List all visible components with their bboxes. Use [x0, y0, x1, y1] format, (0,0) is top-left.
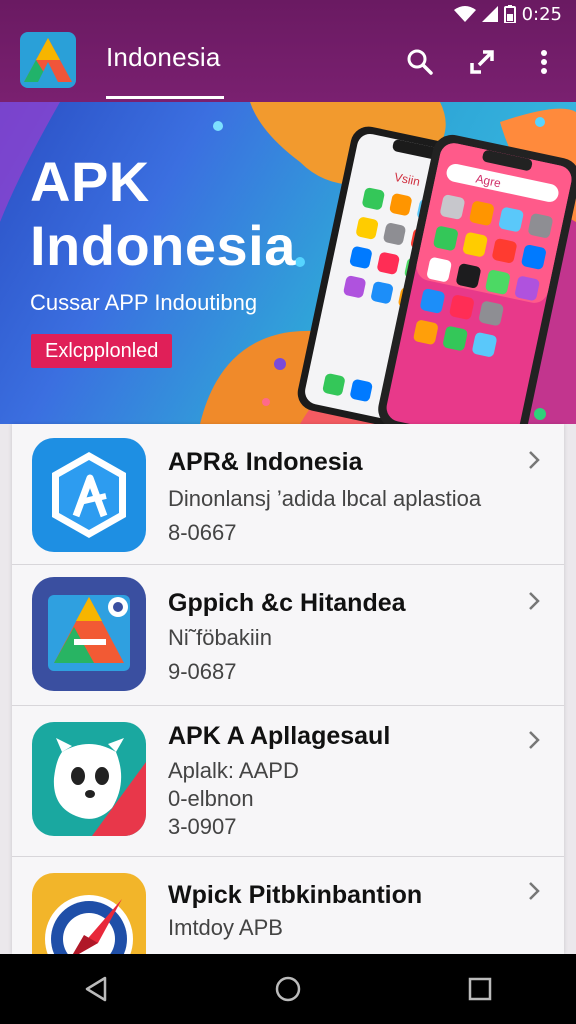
app-name: Gppich &c Hitandea	[168, 589, 406, 617]
app-description: Ni˜föbakiin	[168, 625, 272, 650]
app-description: Dinonlansj ’adida lbcal aplastioa	[168, 486, 482, 511]
share-icon	[470, 50, 494, 74]
compass-icon	[32, 873, 146, 954]
banner-title: APK Indonesia	[30, 150, 296, 278]
app-description: Imtdoy APB	[168, 915, 283, 940]
a-hexagon-icon	[32, 438, 146, 552]
banner-title-line2: Indonesia	[30, 214, 296, 277]
app-name: APK A Apllagesaul	[168, 722, 391, 750]
signal-icon	[481, 6, 498, 22]
status-time: 0:25	[521, 3, 562, 25]
app-bar: 0:25 Indonesia	[0, 0, 576, 102]
app-version: 9-0687	[168, 659, 237, 684]
list-item[interactable]: APK A Apllagesaul Aplalk: AAPD 0-elbnon …	[12, 706, 564, 857]
more-vert-icon	[541, 50, 547, 74]
list-item[interactable]: Wpick Pitbkinbantion Imtdoy APB	[12, 857, 564, 954]
search-button[interactable]	[402, 44, 438, 80]
share-button[interactable]	[464, 44, 500, 80]
app-name: Wpick Pitbkinbantion	[168, 881, 423, 909]
home-icon	[275, 976, 301, 1002]
app-version: 8-0667	[168, 520, 237, 545]
banner-subtitle: Cussar APP Indoutibng	[30, 290, 258, 315]
chevron-right-icon	[529, 882, 540, 900]
list-item[interactable]: Gppich &c Hitandea Ni˜föbakiin 9-0687	[12, 565, 564, 706]
wifi-icon	[453, 6, 476, 22]
app-list: APR& Indonesia Dinonlansj ’adida lbcal a…	[12, 424, 564, 954]
app-description: Aplalk: AAPD	[168, 758, 299, 783]
banner-title-line1: APK	[30, 150, 150, 213]
app-name: APR& Indonesia	[168, 448, 363, 476]
triangle-logo-icon	[32, 577, 146, 691]
page-title[interactable]: Indonesia	[106, 42, 221, 73]
tab-indicator	[106, 96, 224, 99]
more-options-button[interactable]	[526, 44, 562, 80]
chevron-right-icon	[529, 451, 540, 469]
back-button[interactable]	[66, 959, 126, 1019]
search-icon	[407, 49, 433, 75]
system-nav-bar	[0, 954, 576, 1024]
chevron-right-icon	[529, 592, 540, 610]
status-bar: 0:25	[453, 3, 562, 25]
app-logo-icon[interactable]	[20, 32, 76, 88]
mascot-icon	[32, 722, 146, 836]
recents-icon	[468, 977, 492, 1001]
battery-icon	[503, 5, 516, 23]
chevron-right-icon	[529, 731, 540, 749]
recents-button[interactable]	[450, 959, 510, 1019]
promo-banner[interactable]: Vsiin Agre APK Indonesia Cussar APP Indo…	[0, 102, 576, 424]
app-version: 3-0907	[168, 814, 237, 839]
back-icon	[85, 976, 107, 1002]
list-item[interactable]: APR& Indonesia Dinonlansj ’adida lbcal a…	[12, 424, 564, 565]
app-detail: 0-elbnon	[168, 786, 254, 811]
banner-button[interactable]: Exlcpplonled	[31, 334, 173, 368]
home-button[interactable]	[258, 959, 318, 1019]
